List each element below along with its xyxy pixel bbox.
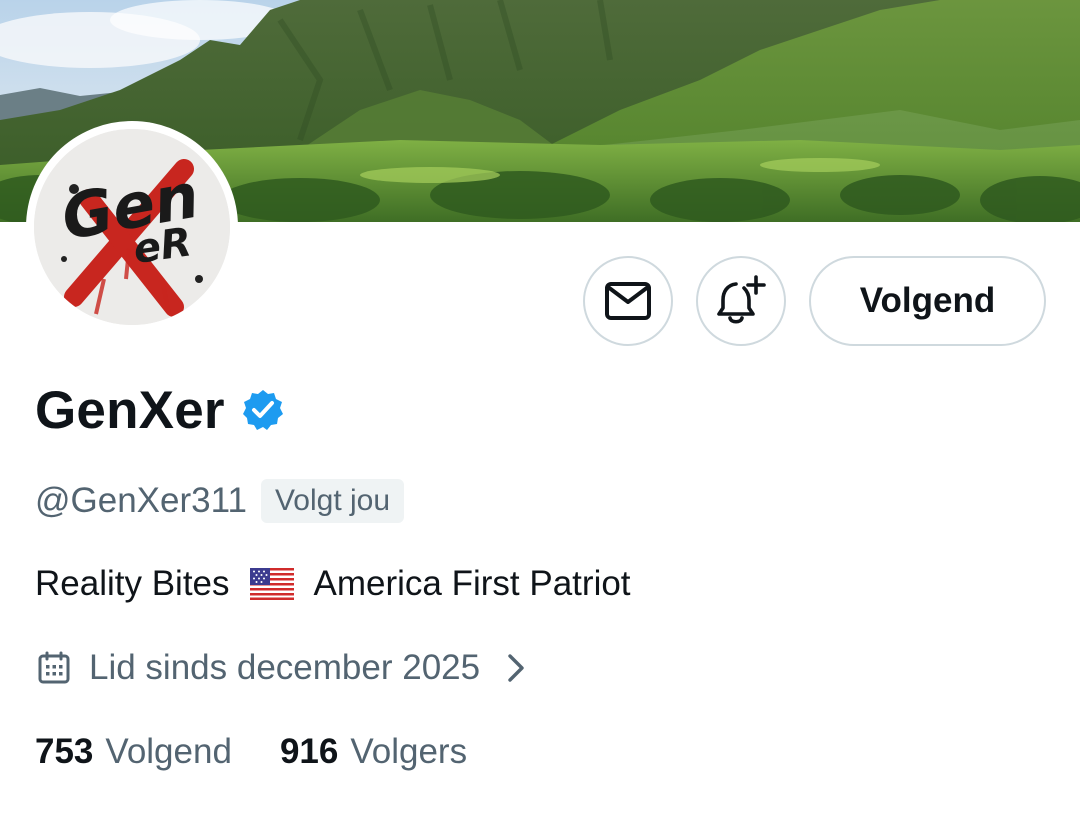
bio-text-part2: America First Patriot: [313, 564, 631, 603]
chevron-right-icon[interactable]: [506, 653, 526, 683]
followers-label: Volgers: [350, 732, 468, 771]
avatar-text-er: eR: [131, 219, 195, 273]
profile-page: Gen eR Volgend GenXer @GenXer311 Volgt j…: [0, 0, 1080, 818]
us-flag-icon: [249, 568, 294, 600]
handle-row: @GenXer311 Volgt jou: [35, 478, 405, 524]
followers-count: 916: [279, 732, 339, 771]
user-handle: @GenXer311: [35, 481, 247, 520]
follow-stats: 753 Volgend 916 Volgers: [35, 727, 467, 777]
bio: Reality Bites America First Patriot: [35, 560, 631, 608]
verified-badge-icon[interactable]: [241, 388, 285, 432]
avatar[interactable]: Gen eR: [26, 121, 238, 333]
message-button[interactable]: [583, 256, 673, 346]
bio-text-part1: Reality Bites: [35, 564, 230, 603]
following-button[interactable]: Volgend: [809, 256, 1046, 346]
follows-you-badge: Volgt jou: [260, 479, 405, 523]
following-label: Volgend: [105, 732, 232, 771]
bell-plus-icon: [714, 274, 768, 328]
display-name: GenXer: [35, 380, 225, 440]
following-count: 753: [35, 732, 94, 771]
avatar-image: Gen eR: [34, 129, 230, 325]
notify-button[interactable]: [696, 256, 786, 346]
calendar-icon: [37, 651, 71, 685]
joined-date-row[interactable]: Lid sinds december 2025: [35, 643, 526, 693]
display-name-row: GenXer: [35, 378, 285, 442]
joined-date-text: Lid sinds december 2025: [89, 648, 481, 687]
followers-stat[interactable]: 916 Volgers: [280, 732, 467, 772]
mail-icon: [604, 281, 652, 321]
following-stat[interactable]: 753 Volgend: [35, 732, 232, 772]
